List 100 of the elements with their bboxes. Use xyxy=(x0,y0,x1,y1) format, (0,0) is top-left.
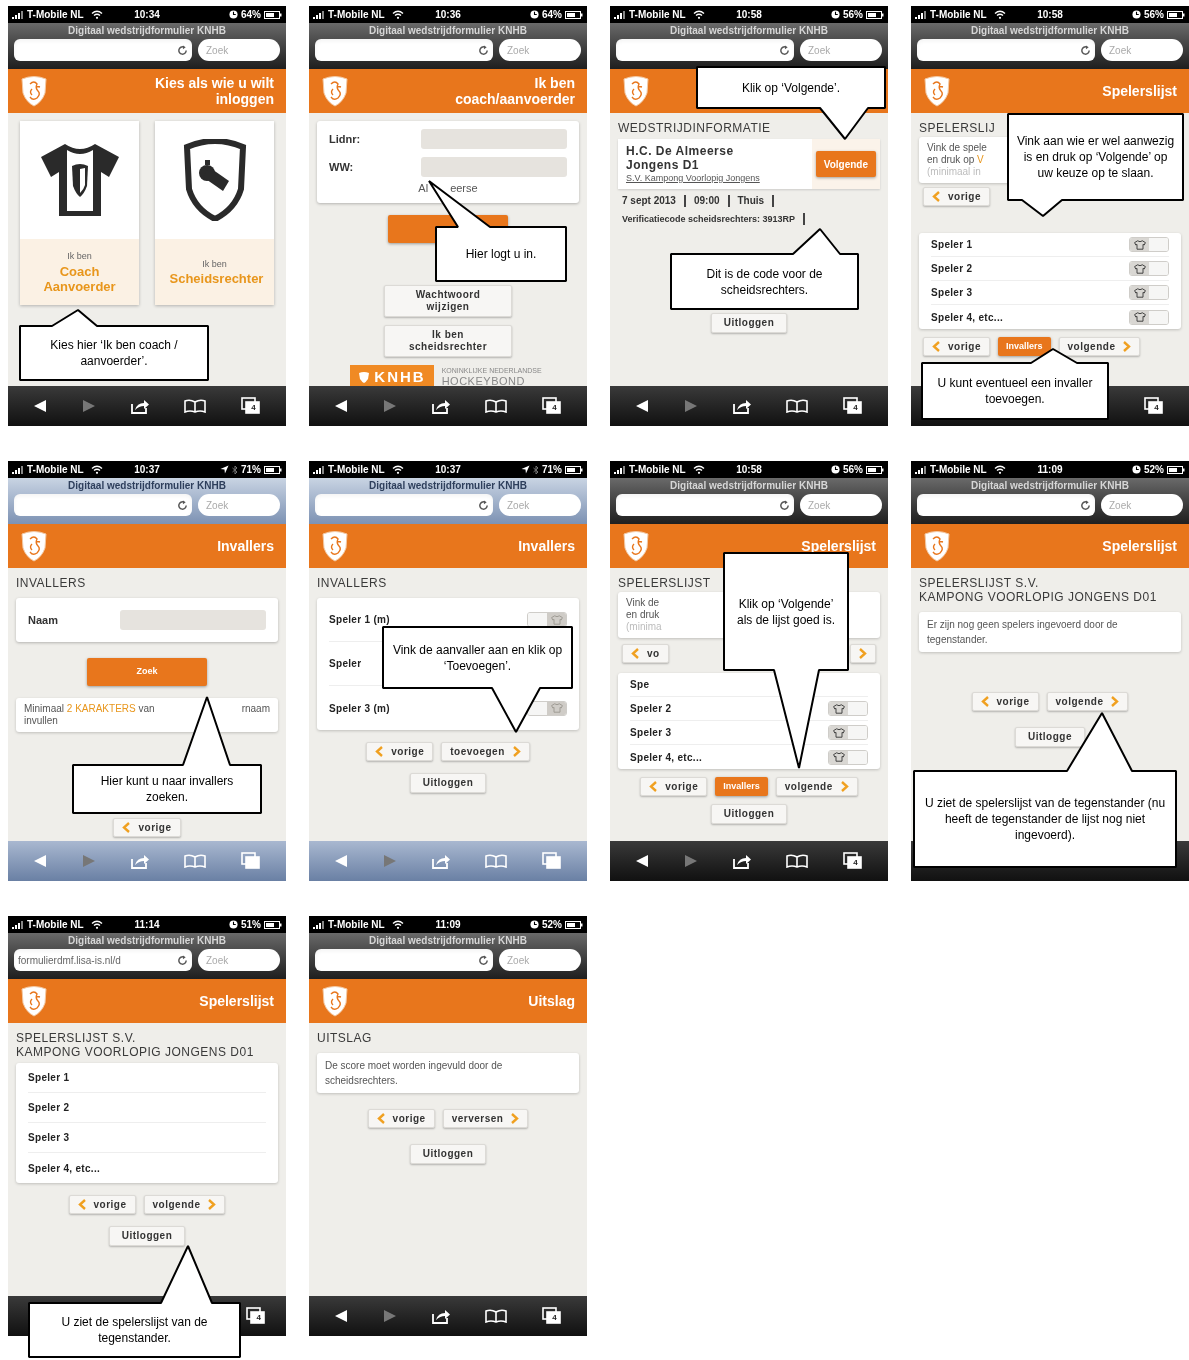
reload-icon[interactable] xyxy=(779,499,790,511)
back-button[interactable]: vorige xyxy=(923,337,990,356)
forward-icon[interactable] xyxy=(81,399,96,413)
section-heading: INVALLERS xyxy=(317,576,387,590)
player-name: Speler 2 xyxy=(28,1101,70,1115)
address-field[interactable]: formulierdmf.lisa-is.nl/d xyxy=(14,949,192,971)
bookmarks-icon[interactable] xyxy=(786,399,809,413)
address-field[interactable] xyxy=(14,39,192,61)
next-button[interactable]: verversen xyxy=(442,1109,529,1128)
reload-icon[interactable] xyxy=(1080,44,1091,56)
address-field[interactable] xyxy=(917,39,1095,61)
role-card[interactable]: Ik ben Coach Aanvoerder xyxy=(20,121,139,305)
page-button[interactable]: Uitloggen xyxy=(710,313,788,333)
forward-icon[interactable] xyxy=(683,854,698,868)
search-field[interactable]: Zoek xyxy=(1101,494,1183,516)
text-field[interactable] xyxy=(120,610,266,630)
search-field[interactable]: Zoek xyxy=(800,39,882,61)
page-button[interactable]: Wachtwoord wijzigen xyxy=(384,285,512,317)
address-field[interactable] xyxy=(917,494,1095,516)
search-field[interactable]: Zoek xyxy=(198,494,280,516)
toggle-switch[interactable] xyxy=(1129,237,1169,252)
back-button[interactable]: vo xyxy=(622,644,669,663)
reload-icon[interactable] xyxy=(177,44,188,56)
reload-icon[interactable] xyxy=(478,499,489,511)
share-icon[interactable] xyxy=(731,398,752,414)
address-field[interactable] xyxy=(315,494,493,516)
toggle-switch[interactable] xyxy=(828,701,868,716)
tabs-button[interactable] xyxy=(240,852,261,870)
forward-icon[interactable] xyxy=(683,399,698,413)
reload-icon[interactable] xyxy=(478,954,489,966)
forward-icon[interactable] xyxy=(382,399,397,413)
back-button[interactable]: vorige xyxy=(113,818,181,837)
page-button[interactable]: Uitlogge xyxy=(1015,727,1085,747)
search-field[interactable]: Zoek xyxy=(1101,39,1183,61)
next-button[interactable]: volgende xyxy=(143,1195,226,1214)
address-field[interactable] xyxy=(616,494,794,516)
text-field[interactable] xyxy=(421,129,567,149)
page-button[interactable]: Ik ben scheidsrechter xyxy=(384,325,512,357)
shield-logo-icon xyxy=(20,75,48,107)
bookmarks-icon[interactable] xyxy=(184,399,207,413)
share-icon[interactable] xyxy=(731,853,752,869)
field-label: Lidnr: xyxy=(329,131,362,147)
page-title: Spelerslijst xyxy=(801,538,876,554)
shield-logo-icon xyxy=(923,75,951,107)
page-button[interactable]: Uitloggen xyxy=(710,804,788,824)
next-button[interactable]: volgende xyxy=(775,777,858,796)
bookmarks-icon[interactable] xyxy=(786,854,809,868)
player-name: Speler 4, etc... xyxy=(931,310,1004,325)
page-button[interactable]: Uitloggen xyxy=(108,1226,186,1246)
back-icon[interactable] xyxy=(635,854,650,868)
reload-icon[interactable] xyxy=(779,44,790,56)
page-button[interactable]: Uitloggen xyxy=(409,773,487,793)
back-icon[interactable] xyxy=(334,399,349,413)
battery-percent: 52% xyxy=(542,918,562,932)
toggle-switch[interactable] xyxy=(1129,285,1169,300)
bookmarks-icon[interactable] xyxy=(485,1309,508,1323)
bookmarks-icon[interactable] xyxy=(485,399,508,413)
share-icon[interactable] xyxy=(430,398,451,414)
shirt-icon xyxy=(550,614,563,625)
search-field[interactable]: Zoek xyxy=(499,39,581,61)
toggle-switch[interactable] xyxy=(828,749,868,765)
address-field[interactable] xyxy=(616,39,794,61)
page-button[interactable]: Uitloggen xyxy=(409,1144,487,1164)
chevron-left-icon xyxy=(631,648,639,659)
page-title: Invallers xyxy=(217,538,274,554)
search-field[interactable]: Zoek xyxy=(198,949,280,971)
next-button[interactable]: toevoegen xyxy=(441,742,530,761)
reload-icon[interactable] xyxy=(177,499,188,511)
search-field[interactable]: Zoek xyxy=(800,494,882,516)
address-field[interactable] xyxy=(315,39,493,61)
toggle-switch[interactable] xyxy=(1129,309,1169,325)
forward-icon[interactable] xyxy=(382,1309,397,1323)
back-icon[interactable] xyxy=(635,399,650,413)
back-icon[interactable] xyxy=(334,1309,349,1323)
search-field[interactable]: Zoek xyxy=(198,39,280,61)
tabs-button[interactable] xyxy=(541,852,562,870)
share-icon[interactable] xyxy=(430,1308,451,1324)
back-button[interactable]: vorige xyxy=(640,777,708,796)
address-field[interactable] xyxy=(315,949,493,971)
opponent-link[interactable]: S.V. Kampong Voorlopig Jongens xyxy=(626,172,804,184)
back-button[interactable]: vorige xyxy=(68,1195,136,1214)
next-button[interactable]: volgende xyxy=(1058,337,1141,356)
back-button[interactable]: vorige xyxy=(923,187,990,206)
back-button[interactable]: vorige xyxy=(971,692,1039,711)
back-icon[interactable] xyxy=(33,399,48,413)
search-field[interactable]: Zoek xyxy=(499,949,581,971)
reload-icon[interactable] xyxy=(1080,499,1091,511)
text-field[interactable] xyxy=(421,157,567,177)
reload-icon[interactable] xyxy=(177,954,188,966)
reload-icon[interactable] xyxy=(478,44,489,56)
next-button[interactable]: volgende xyxy=(1046,692,1129,711)
role-card[interactable]: Ik ben Scheidsrechter xyxy=(155,121,274,305)
share-icon[interactable] xyxy=(129,398,150,414)
toggle-switch[interactable] xyxy=(828,725,868,740)
address-field[interactable] xyxy=(14,494,192,516)
search-field[interactable]: Zoek xyxy=(499,494,581,516)
back-button[interactable]: vorige xyxy=(367,1109,435,1128)
back-button[interactable]: vorige xyxy=(366,742,434,761)
bluetooth-icon xyxy=(232,464,238,475)
toggle-switch[interactable] xyxy=(1129,261,1169,276)
